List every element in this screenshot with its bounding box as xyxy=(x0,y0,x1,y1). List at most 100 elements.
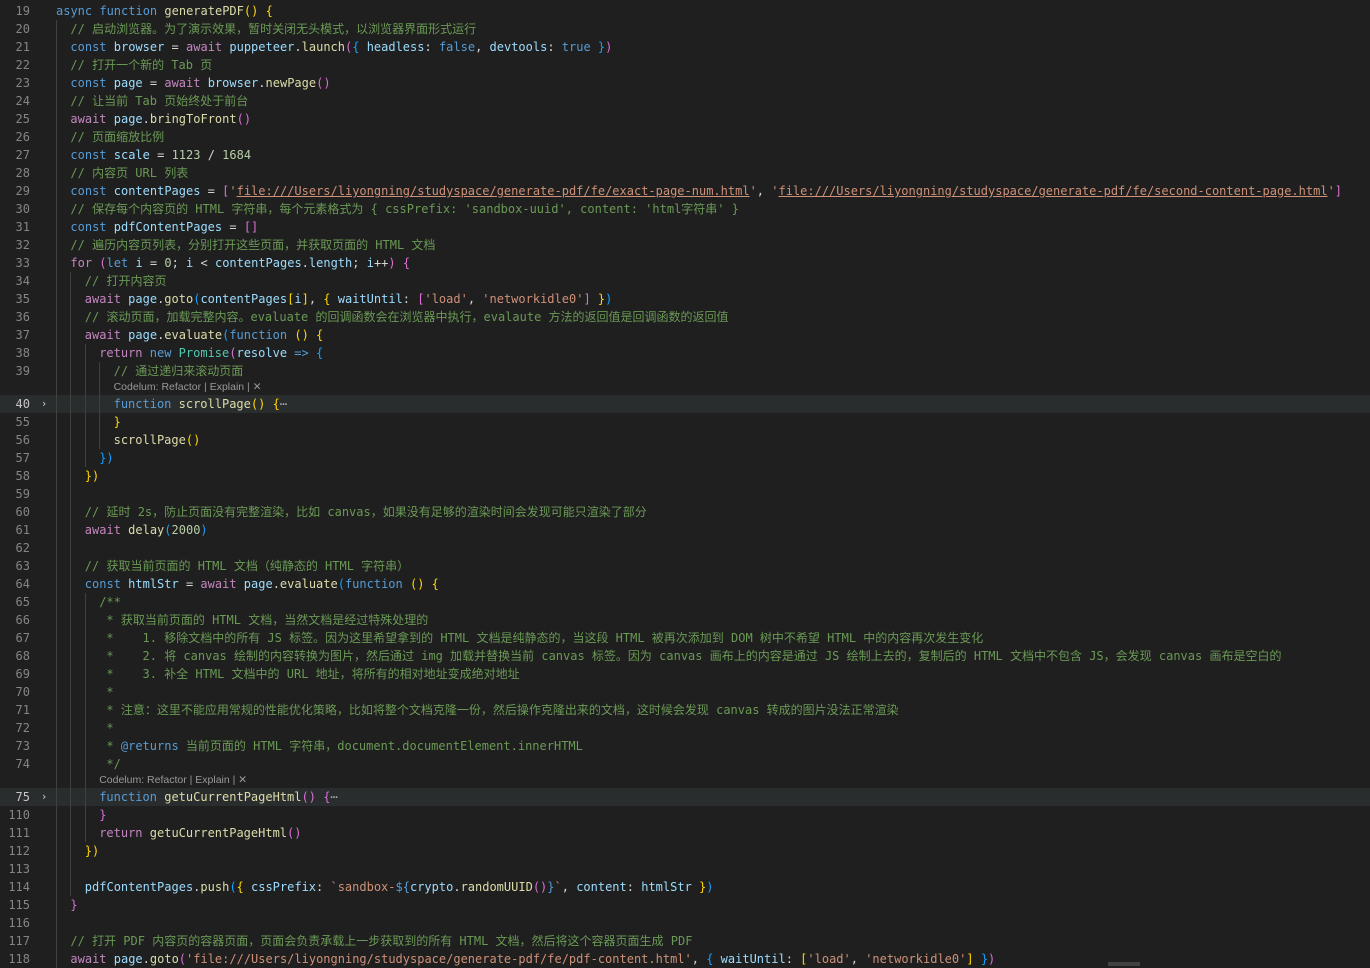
code-line[interactable]: 40 › function scrollPage() {⋯ xyxy=(0,395,1370,413)
code-line[interactable]: 37 await page.evaluate(function () { xyxy=(0,326,1370,344)
indent-guide xyxy=(56,344,57,362)
indent-guide xyxy=(70,272,72,290)
code-line[interactable]: 74 */ xyxy=(0,755,1370,773)
code-line[interactable]: 111 return getuCurrentPageHtml() xyxy=(0,824,1370,842)
code-token: 当前页面的 HTML 字符串，document.documentElement.… xyxy=(178,739,583,753)
code-line[interactable]: 114 pdfContentPages. push({ cssPrefix: `sa… xyxy=(0,878,1370,896)
line-number: 118 xyxy=(8,952,30,966)
code-line[interactable]: 25 await page.bringToFront() xyxy=(0,110,1370,128)
code-token: , xyxy=(475,40,490,54)
codelens-actions[interactable]: Codelum: Refactor | Explain | ✕ xyxy=(99,773,247,788)
code-text: // 内容页 URL 列表 xyxy=(70,164,188,182)
code-line[interactable]: 63 // 获取当前页面的 HTML 文档（纯静态的 HTML 字符串） xyxy=(0,557,1370,575)
code-line[interactable]: 34 // 打开内容页 xyxy=(0,272,1370,290)
fold-chevron-icon[interactable]: › xyxy=(37,788,51,806)
code-line[interactable]: 20 // 启动浏览器。为了演示效果，暂时关闭无头模式，以浏览器界面形式运行 xyxy=(0,20,1370,38)
code-line[interactable]: 64 const htmlStr = await page.evaluate(fu… xyxy=(0,575,1370,593)
indent-guide xyxy=(56,539,57,557)
code-line[interactable]: 61 await delay(2000) xyxy=(0,521,1370,539)
code-line[interactable]: 39 // 通过递归来滚动页面 xyxy=(0,362,1370,380)
code-line[interactable]: 19 async function generatePDF() { xyxy=(0,2,1370,20)
code-line[interactable]: 69 * 3. 补全 HTML 文档中的 URL 地址，将所有的相对地址变成绝对… xyxy=(0,665,1370,683)
code-line[interactable]: 57}) xyxy=(0,449,1370,467)
code-line[interactable]: 67 * 1. 移除文档中的所有 JS 标签。因为这里希望拿到的 HTML 文档… xyxy=(0,629,1370,647)
code-line[interactable]: 75 › function getuCurrentPageHtml() {⋯ xyxy=(0,788,1370,806)
code-line[interactable]: 66 * 获取当前页面的 HTML 文档，当然文档是经过特殊处理的 xyxy=(0,611,1370,629)
line-number: 58 xyxy=(15,469,30,483)
code-line[interactable]: 65 /** xyxy=(0,593,1370,611)
code-token: { xyxy=(706,952,721,966)
code-token: 'load' xyxy=(424,292,468,306)
indent-guide xyxy=(70,842,72,860)
code-line[interactable]: 59 xyxy=(0,485,1370,503)
code-line[interactable]: 110} xyxy=(0,806,1370,824)
code-token: new xyxy=(149,346,179,360)
codelens-actions[interactable]: Codelum: Refactor | Explain | ✕ xyxy=(114,380,262,395)
horizontal-scrollbar[interactable] xyxy=(1108,962,1140,966)
code-line[interactable]: 33 for (let i = 0; i < contentPages.lengt… xyxy=(0,254,1370,272)
code-token: await xyxy=(164,76,208,90)
code-line[interactable]: 29 const contentPages = ['file:///Users/l… xyxy=(0,182,1370,200)
code-line[interactable]: 70 * xyxy=(0,683,1370,701)
code-line[interactable]: 58}) xyxy=(0,467,1370,485)
indent-guide xyxy=(70,539,72,557)
code-line[interactable]: 116 xyxy=(0,914,1370,932)
line-number: 35 xyxy=(15,292,30,306)
code-line[interactable]: 117 // 打开 PDF 内容页的容器页面，页面会负责承载上一步获取到的所有 H… xyxy=(0,932,1370,950)
code-token: 2000 xyxy=(171,523,201,537)
code-line[interactable]: 62 xyxy=(0,539,1370,557)
code-line[interactable]: 27 const scale = 1123 / 1684 xyxy=(0,146,1370,164)
code-line[interactable]: 35 await page.goto(contentPages[i], { wai… xyxy=(0,290,1370,308)
code-editor[interactable]: 19 async function generatePDF() {20// 启动浏… xyxy=(0,0,1370,968)
code-token: ) xyxy=(706,880,714,894)
code-token: ( xyxy=(337,577,345,591)
code-token: ' xyxy=(229,184,237,198)
code-token: file:///Users/liyongning/studyspace/gene… xyxy=(236,184,750,198)
code-line[interactable]: 68 * 2. 将 canvas 绘制的内容转换为图片，然后通过 img 加载并… xyxy=(0,647,1370,665)
code-line[interactable]: 73 * @returns 当前页面的 HTML 字符串，document.do… xyxy=(0,737,1370,755)
indent-guide xyxy=(56,485,57,503)
code-line[interactable]: 115} xyxy=(0,896,1370,914)
code-line[interactable]: 72 * xyxy=(0,719,1370,737)
code-line[interactable]: 60 // 延时 2s，防止页面没有完整渲染，比如 canvas，如果没有足够的渲… xyxy=(0,503,1370,521)
code-line[interactable]: 55} xyxy=(0,413,1370,431)
code-line[interactable]: 21 const browser = await puppeteer.launch… xyxy=(0,38,1370,56)
code-token: i xyxy=(135,256,143,270)
code-token: , xyxy=(756,184,772,198)
code-text: * 3. 补全 HTML 文档中的 URL 地址，将所有的相对地址变成绝对地址 xyxy=(99,665,519,683)
line-number: 110 xyxy=(8,808,30,822)
indent-guide xyxy=(56,824,57,842)
code-token: : xyxy=(424,40,439,54)
code-line[interactable]: 38 return new Promise(resolve => { xyxy=(0,344,1370,362)
code-line[interactable]: 36 // 滚动页面，加载完整内容。evaluate 的回调函数会在浏览器中执行，… xyxy=(0,308,1370,326)
code-line[interactable]: 23 const page = await browser.newPage() xyxy=(0,74,1370,92)
fold-chevron-icon[interactable]: › xyxy=(37,395,51,413)
code-line[interactable]: 24 // 让当前 Tab 页始终处于前台 xyxy=(0,92,1370,110)
code-line[interactable]: 113 xyxy=(0,860,1370,878)
indent-guide xyxy=(84,773,86,788)
code-line[interactable]: 28 // 内容页 URL 列表 xyxy=(0,164,1370,182)
code-token: () xyxy=(409,577,425,591)
code-token: * 1. 移除文档中的所有 JS 标签。因为这里希望拿到的 HTML 文档是纯静… xyxy=(99,631,984,645)
code-token: function xyxy=(99,4,165,18)
indent-guide xyxy=(56,860,57,878)
code-token: await xyxy=(84,292,129,306)
code-line[interactable]: 31 const pdfContentPages = [] xyxy=(0,218,1370,236)
code-token: * xyxy=(99,721,114,735)
indent-guide xyxy=(99,413,101,431)
code-line[interactable]: 26 // 页面缩放比例 xyxy=(0,128,1370,146)
code-line[interactable]: 30 // 保存每个内容页的 HTML 字符串，每个元素格式为 { cssPref… xyxy=(0,200,1370,218)
code-text: // 页面缩放比例 xyxy=(70,128,164,146)
code-token: scrollPage xyxy=(178,397,251,411)
code-line[interactable]: 56 scrollPage() xyxy=(0,431,1370,449)
indent-guide xyxy=(70,737,72,755)
code-line[interactable]: 22 // 打开一个新的 Tab 页 xyxy=(0,56,1370,74)
code-line[interactable]: 71 * 注意：这里不能应用常规的性能优化策略，比如将整个文档克隆一份，然后操作… xyxy=(0,701,1370,719)
code-token: ⋯ xyxy=(330,790,338,804)
code-line[interactable]: 118 await page.goto('file:///Users/liyong… xyxy=(0,950,1370,968)
indent-guide xyxy=(56,503,57,521)
code-line[interactable]: 112}) xyxy=(0,842,1370,860)
code-line[interactable]: 32 // 遍历内容页列表，分别打开这些页面，并获取页面的 HTML 文档 xyxy=(0,236,1370,254)
code-text: }) xyxy=(85,467,99,485)
code-token: // 保存每个内容页的 HTML 字符串，每个元素格式为 { cssPrefix… xyxy=(70,202,739,216)
